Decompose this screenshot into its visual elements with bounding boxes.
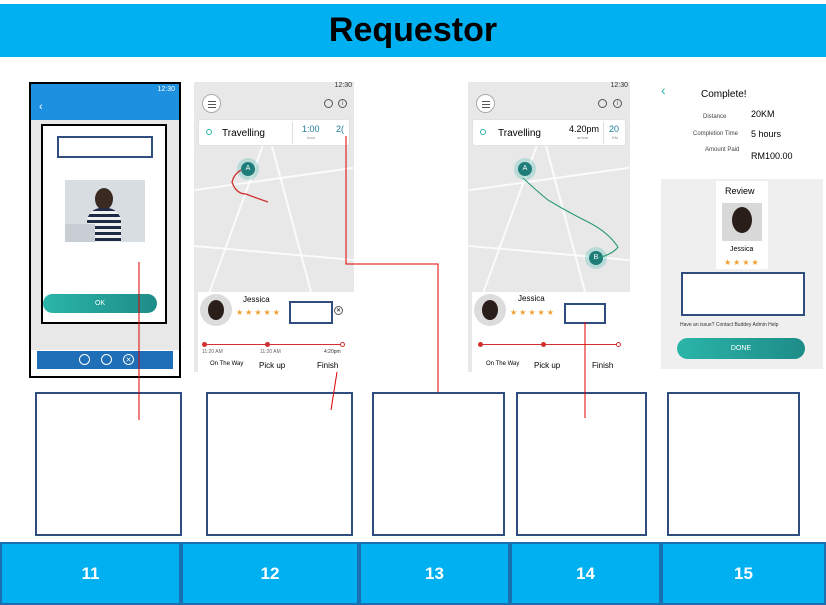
connector-lines (138, 136, 586, 420)
step-number-13: 13 (359, 542, 510, 605)
step-number-14: 14 (510, 542, 661, 605)
step-number-11: 11 (0, 542, 181, 605)
step-number-12: 12 (181, 542, 359, 605)
connector-12 (330, 371, 338, 411)
step-number-15: 15 (661, 542, 826, 605)
connector-13 (345, 136, 439, 392)
